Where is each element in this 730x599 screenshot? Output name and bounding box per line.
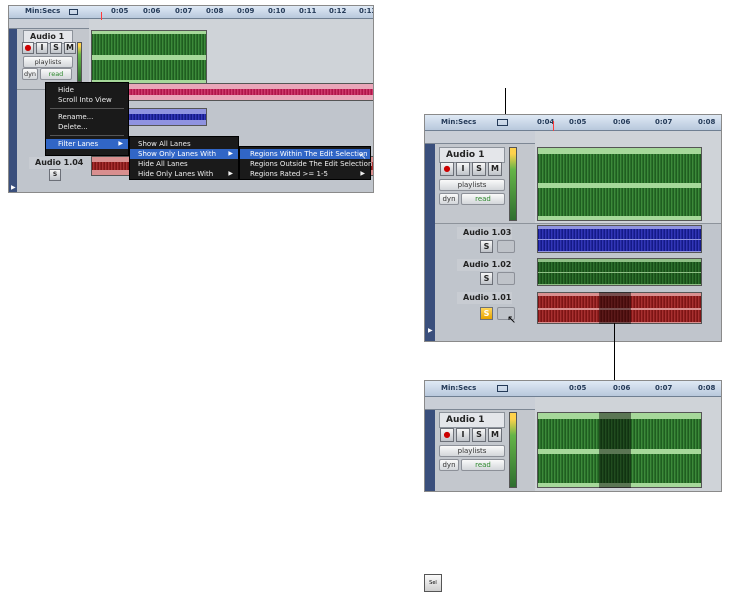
record-button[interactable]: ● [440, 428, 454, 442]
lane-name[interactable]: Audio 1.02 [457, 259, 512, 271]
lane-menu-button[interactable] [497, 240, 515, 253]
menu-item-regions-within-edit-selection[interactable]: Regions Within The Edit Selection [240, 149, 370, 159]
playhead-marker [553, 121, 554, 131]
submenu-arrow-icon: ▶ [228, 170, 233, 177]
menu-item-hide[interactable]: Hide [46, 85, 128, 95]
audio-region[interactable] [537, 147, 702, 221]
bottom-edit-window: Min:Secs 0:05 0:06 0:07 0:08 Audio 1 ● I… [424, 380, 722, 492]
lane-solo-button[interactable]: S [480, 240, 493, 253]
ruler-label: Min:Secs [25, 7, 61, 15]
automation-mode-selector[interactable]: read [461, 459, 505, 471]
filter-lanes-submenu: Show All Lanes Show Only Lanes With ▶ Hid… [129, 136, 239, 180]
automation-mode-selector[interactable]: read [40, 68, 72, 80]
menu-item-regions-rated[interactable]: Regions Rated >= 1-5 ▶ [240, 169, 370, 179]
submenu-arrow-icon: ▶ [360, 170, 365, 177]
audio-region[interactable] [91, 83, 373, 101]
playlists-selector[interactable]: playlists [23, 56, 73, 68]
lane-context-menu: Hide Scroll Into View Rename... Delete..… [45, 82, 129, 156]
timeline-ruler[interactable]: Min:Secs 0:04 0:05 0:06 0:07 0:08 [425, 115, 721, 131]
track-name[interactable]: Audio 1 [439, 412, 505, 428]
solo-button[interactable]: S [472, 428, 486, 442]
level-meter [509, 412, 517, 488]
submenu-arrow-icon: ▶ [228, 150, 233, 157]
ruler-menu-icon[interactable] [69, 9, 78, 15]
menu-item-regions-outside-edit-selection[interactable]: Regions Outside The Edit Selection [240, 159, 372, 169]
mute-button[interactable]: M [64, 42, 76, 54]
track-subbar [9, 19, 89, 29]
automation-mode-selector[interactable]: read [461, 193, 505, 205]
dyn-selector[interactable]: dyn [439, 459, 459, 471]
menu-item-show-all-lanes[interactable]: Show All Lanes [130, 139, 238, 149]
mute-button[interactable]: M [488, 428, 502, 442]
input-monitor-button[interactable]: I [456, 428, 470, 442]
track-name[interactable]: Audio 1 [439, 147, 505, 163]
solo-button[interactable]: S [50, 42, 62, 54]
playhead-marker [101, 12, 102, 20]
timeline-ruler[interactable]: Min:Secs 0:05 0:06 0:07 0:08 [425, 381, 721, 397]
audio-region[interactable] [537, 258, 702, 286]
level-meter [77, 42, 82, 82]
menu-item-scroll-into-view[interactable]: Scroll Into View [46, 95, 128, 105]
lane-solo-button[interactable]: S [480, 272, 493, 285]
menu-item-show-only-lanes-with[interactable]: Show Only Lanes With ▶ [130, 149, 238, 159]
lane-name[interactable]: Audio 1.03 [457, 227, 512, 239]
lane-solo-button[interactable]: S [49, 169, 61, 181]
dyn-selector[interactable]: dyn [22, 68, 38, 80]
menu-item-filter-lanes[interactable]: Filter Lanes ▶ [46, 139, 128, 149]
dyn-selector[interactable]: dyn [439, 193, 459, 205]
menu-item-rename[interactable]: Rename... [46, 112, 128, 122]
menu-item-delete[interactable]: Delete... [46, 122, 128, 132]
middle-edit-window: Min:Secs 0:04 0:05 0:06 0:07 0:08 Audio … [424, 114, 722, 342]
record-button[interactable]: ● [22, 42, 34, 54]
lane-name[interactable]: Audio 1.04 [29, 157, 83, 169]
ruler-menu-icon[interactable] [497, 385, 508, 392]
level-meter [509, 147, 517, 221]
menu-item-hide-only-lanes-with[interactable]: Hide Only Lanes With ▶ [130, 169, 238, 179]
lane-name[interactable]: Audio 1.01 [457, 292, 512, 304]
lanes-expand-icon[interactable]: ▶ [11, 184, 16, 191]
ruler-menu-icon[interactable] [497, 119, 508, 126]
lanes-with-submenu: Regions Within The Edit Selection Region… [239, 146, 372, 180]
solo-button[interactable]: S [472, 162, 486, 176]
input-monitor-button[interactable]: I [36, 42, 48, 54]
playlists-selector[interactable]: playlists [439, 179, 505, 191]
input-monitor-button[interactable]: I [456, 162, 470, 176]
record-button[interactable]: ● [440, 162, 454, 176]
mouse-pointer-icon: ↖ [359, 152, 367, 162]
audio-region[interactable] [91, 30, 207, 84]
audio-region[interactable] [537, 225, 702, 253]
lane-solo-button[interactable]: S [480, 307, 493, 320]
lanes-expand-icon[interactable]: ▶ [428, 327, 433, 334]
submenu-arrow-icon: ▶ [118, 140, 123, 147]
menu-item-hide-all-lanes[interactable]: Hide All Lanes [130, 159, 238, 169]
selector-tool-button[interactable]: Sel [424, 574, 442, 592]
edit-selection[interactable] [599, 292, 631, 324]
mouse-pointer-icon: ↖ [507, 313, 517, 326]
mute-button[interactable]: M [488, 162, 502, 176]
lane-menu-button[interactable] [497, 272, 515, 285]
playlists-selector[interactable]: playlists [439, 445, 505, 457]
timeline-ruler[interactable]: Min:Secs 0:05 0:06 0:07 0:08 0:09 0:10 0… [9, 6, 373, 19]
top-edit-window: Min:Secs 0:05 0:06 0:07 0:08 0:09 0:10 0… [8, 5, 374, 193]
edit-selection[interactable] [599, 412, 631, 488]
